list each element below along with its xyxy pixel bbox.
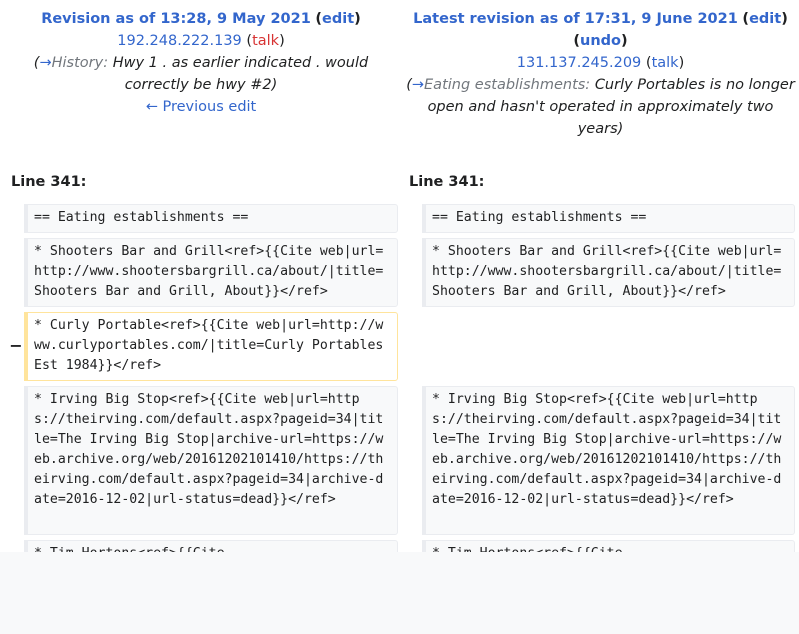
diff-context-old: * Irving Big Stop<ref>{{Cite web|url=htt… — [24, 386, 398, 535]
previous-edit-link[interactable]: ← Previous edit — [146, 99, 257, 115]
diff-deleted-marker: − — [9, 336, 23, 355]
new-user-link[interactable]: 131.137.245.209 — [517, 55, 642, 71]
new-edit-summary: (→Eating establishments: Curly Portables… — [406, 77, 795, 137]
new-talk-link[interactable]: talk — [652, 55, 679, 71]
diff-context-new: * Shooters Bar and Grill<ref>{{Cite web|… — [422, 238, 795, 307]
new-line-number: Line 341: — [409, 174, 485, 190]
new-revision-link[interactable]: Latest revision as of 17:31, 9 June 2021 — [413, 11, 738, 27]
old-summary-text: Hwy 1 . as earlier indicated . would cor… — [112, 55, 369, 93]
diff-page: Revision as of 13:28, 9 May 2021 (edit) … — [0, 0, 799, 552]
diff-context-old: == Eating establishments == — [24, 204, 398, 233]
diff-context-old: * Tim Hortons<ref>{{Cite — [24, 540, 398, 552]
diff-context-new: * Tim Hortons<ref>{{Cite — [422, 540, 795, 552]
old-edit-summary: (→History: Hwy 1 . as earlier indicated … — [33, 55, 369, 93]
undo-link[interactable]: undo — [580, 33, 621, 49]
new-edit-link[interactable]: edit — [749, 11, 781, 27]
old-user-link[interactable]: 192.248.222.139 — [117, 33, 242, 49]
old-section-arrow-icon[interactable]: → — [39, 55, 51, 71]
bottom-blank-area — [0, 552, 799, 634]
diff-context-old: * Shooters Bar and Grill<ref>{{Cite web|… — [24, 238, 398, 307]
diff-context-new: == Eating establishments == — [422, 204, 795, 233]
old-revision-link[interactable]: Revision as of 13:28, 9 May 2021 — [41, 11, 311, 27]
diff-deleted-line: * Curly Portable<ref>{{Cite web|url=http… — [24, 312, 398, 381]
old-summary-section[interactable]: History: — [52, 55, 108, 71]
old-talk-link[interactable]: talk — [252, 33, 279, 49]
old-edit-link[interactable]: edit — [322, 11, 354, 27]
old-revision-header: Revision as of 13:28, 9 May 2021 (edit) … — [8, 8, 394, 118]
new-summary-section[interactable]: Eating establishments: — [424, 77, 590, 93]
new-section-arrow-icon[interactable]: → — [412, 77, 424, 93]
old-line-number: Line 341: — [11, 174, 87, 190]
new-revision-header: Latest revision as of 17:31, 9 June 2021… — [406, 8, 795, 140]
diff-context-new: * Irving Big Stop<ref>{{Cite web|url=htt… — [422, 386, 795, 535]
